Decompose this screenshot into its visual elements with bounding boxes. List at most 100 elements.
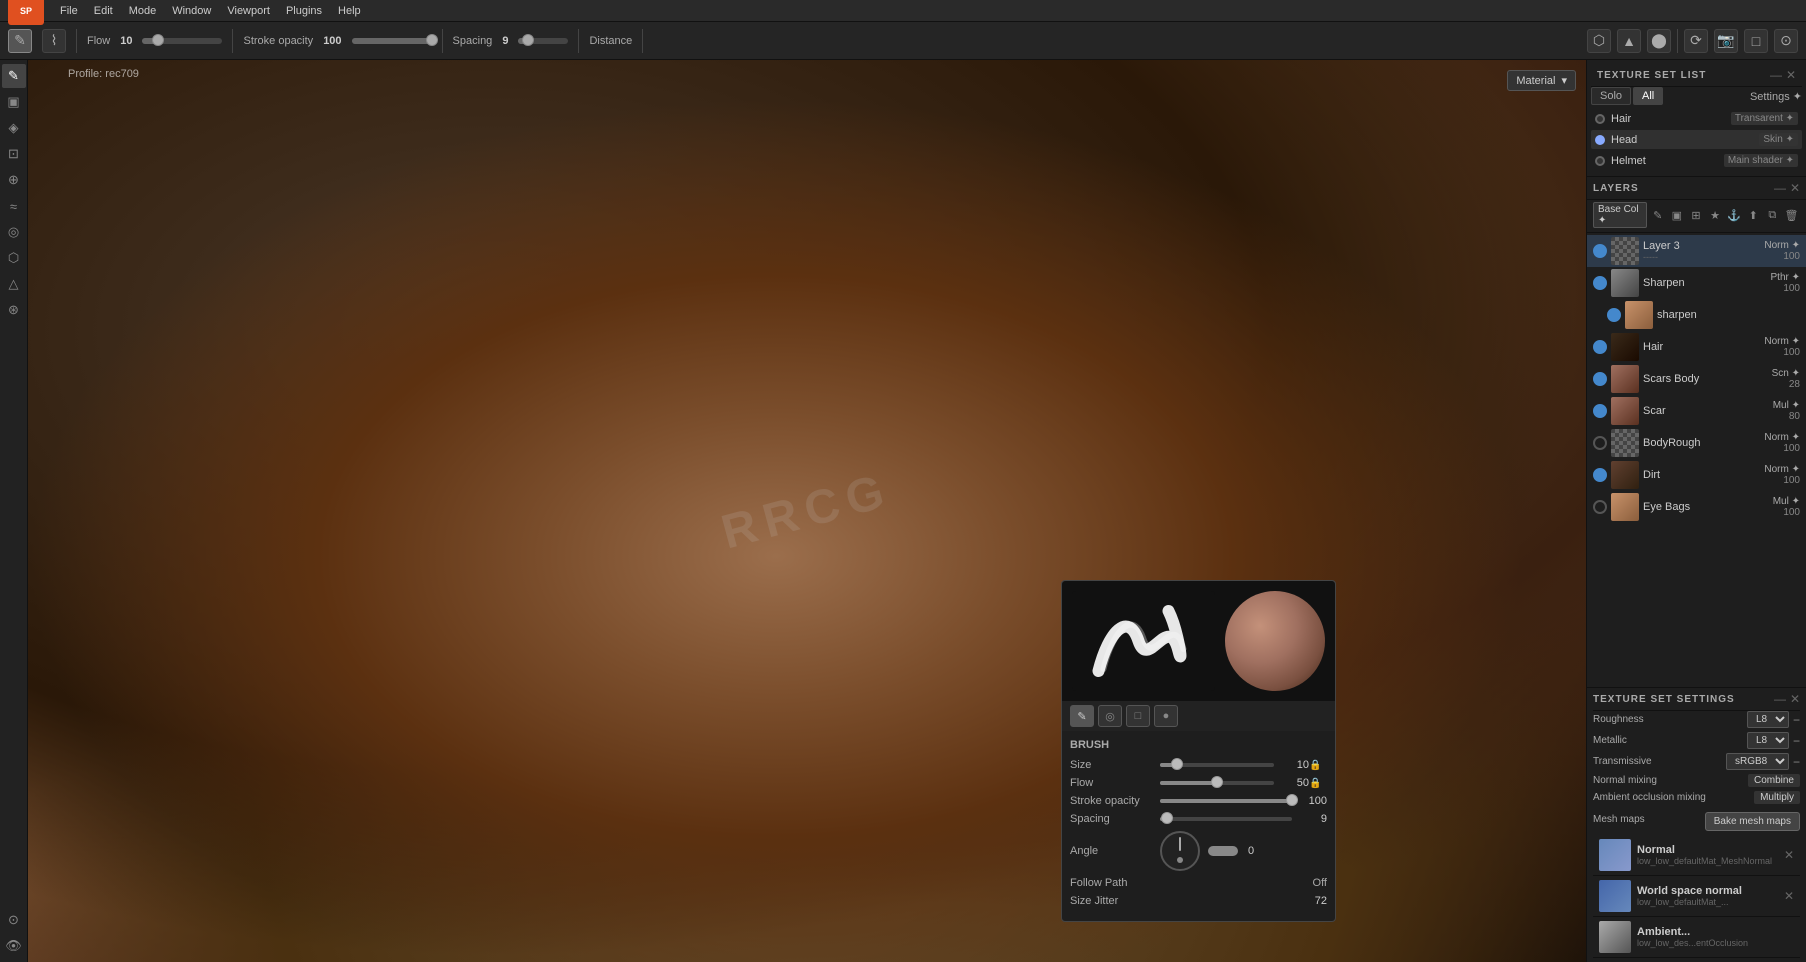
- layer-item[interactable]: BodyRough Norm ✦ 100: [1587, 427, 1806, 459]
- tool-clone[interactable]: ⊕: [2, 168, 26, 192]
- spacing-slider[interactable]: [1160, 817, 1292, 821]
- layer-group-btn[interactable]: ⊞: [1687, 205, 1704, 225]
- brush-tab-square[interactable]: □: [1126, 705, 1150, 727]
- tsl-minimize-btn[interactable]: —: [1770, 68, 1782, 82]
- layer-visibility-toggle[interactable]: [1593, 276, 1607, 290]
- roughness-select[interactable]: L8: [1747, 711, 1789, 728]
- menu-mode[interactable]: Mode: [129, 5, 157, 17]
- layer-opacity[interactable]: 100: [1764, 251, 1800, 262]
- material-dropdown[interactable]: Material ▾: [1507, 70, 1576, 91]
- layer-visibility-toggle[interactable]: [1593, 436, 1607, 450]
- tool-fill[interactable]: ▣: [2, 90, 26, 114]
- layer-blend[interactable]: Scn ✦: [1772, 368, 1800, 379]
- layer-item[interactable]: Eye Bags Mul ✦ 100: [1587, 491, 1806, 523]
- layer-copy-btn[interactable]: ⧉: [1764, 205, 1781, 225]
- metallic-minus-btn[interactable]: −: [1793, 734, 1800, 748]
- icon-btn-3[interactable]: ⬤: [1647, 29, 1671, 53]
- layer-visibility-toggle[interactable]: [1593, 404, 1607, 418]
- metallic-select[interactable]: L8: [1747, 732, 1789, 749]
- tool-smart[interactable]: ◈: [2, 116, 26, 140]
- tool-viewer[interactable]: 👁: [2, 934, 26, 958]
- layer-blend[interactable]: Norm ✦: [1764, 336, 1800, 347]
- flow-slider[interactable]: [1160, 781, 1274, 785]
- icon-btn-2[interactable]: ▲: [1617, 29, 1641, 53]
- brush-tab-erase[interactable]: ◎: [1098, 705, 1122, 727]
- layer-blend[interactable]: Pthr ✦: [1771, 272, 1801, 283]
- normal-mixing-value[interactable]: Combine: [1748, 774, 1800, 787]
- angle-dial[interactable]: [1160, 831, 1200, 871]
- ao-mixing-value[interactable]: Multiply: [1754, 791, 1800, 804]
- tss-minimize-btn[interactable]: —: [1774, 692, 1786, 706]
- screen-btn[interactable]: □: [1744, 29, 1768, 53]
- layer-item[interactable]: Hair Norm ✦ 100: [1587, 331, 1806, 363]
- layer-blend[interactable]: Norm ✦: [1764, 464, 1800, 475]
- layer-opacity[interactable]: 100: [1771, 283, 1801, 294]
- size-slider[interactable]: [1160, 763, 1274, 767]
- brush-tab-circle[interactable]: ●: [1154, 705, 1178, 727]
- layer-item[interactable]: Layer 3 ----- Norm ✦ 100: [1587, 235, 1806, 267]
- layer-opacity[interactable]: 28: [1772, 379, 1800, 390]
- viewport[interactable]: RRCG Profile: rec709 Material ▾: [28, 60, 1586, 962]
- menu-window[interactable]: Window: [172, 5, 211, 17]
- layer-opacity[interactable]: 100: [1764, 475, 1800, 486]
- menu-file[interactable]: File: [60, 5, 78, 17]
- layer-import-btn[interactable]: ⬆: [1745, 205, 1762, 225]
- layer-add-paint-btn[interactable]: ✎: [1649, 205, 1666, 225]
- tool-select[interactable]: ⬡: [2, 246, 26, 270]
- tool-projection[interactable]: ⊡: [2, 142, 26, 166]
- layer-effect-btn[interactable]: ★: [1707, 205, 1724, 225]
- tool-picker[interactable]: ⊙: [2, 908, 26, 932]
- ws-normal-map-close-btn[interactable]: ✕: [1784, 889, 1794, 903]
- brush-tool-btn[interactable]: ✎: [8, 29, 32, 53]
- layer-visibility-toggle[interactable]: [1593, 500, 1607, 514]
- render-btn[interactable]: ⟳: [1684, 29, 1708, 53]
- layer-opacity[interactable]: 100: [1773, 507, 1800, 518]
- layer-item[interactable]: Sharpen Pthr ✦ 100: [1587, 267, 1806, 299]
- roughness-minus-btn[interactable]: −: [1793, 713, 1800, 727]
- tool-texcoord[interactable]: ⊛: [2, 298, 26, 322]
- size-lock-icon[interactable]: 🔒: [1309, 760, 1327, 771]
- layer-blend[interactable]: Norm ✦: [1764, 240, 1800, 251]
- layer-delete-btn[interactable]: 🗑: [1783, 205, 1800, 225]
- texture-set-hair[interactable]: Hair Transarent ✦: [1591, 109, 1802, 128]
- layer-add-fill-btn[interactable]: ▣: [1668, 205, 1685, 225]
- transmissive-minus-btn[interactable]: −: [1793, 755, 1800, 769]
- layers-close-btn[interactable]: ✕: [1790, 181, 1800, 195]
- texture-set-helmet[interactable]: Helmet Main shader ✦: [1591, 151, 1802, 170]
- menu-viewport[interactable]: Viewport: [227, 5, 270, 17]
- menu-edit[interactable]: Edit: [94, 5, 113, 17]
- layer-filter[interactable]: Base Col ✦: [1593, 202, 1647, 228]
- stroke-opacity-slider[interactable]: [1160, 799, 1292, 803]
- layer-item[interactable]: Dirt Norm ✦ 100: [1587, 459, 1806, 491]
- tsl-close-btn[interactable]: ✕: [1786, 68, 1796, 82]
- tool-geometry[interactable]: △: [2, 272, 26, 296]
- layer-blend[interactable]: Norm ✦: [1764, 432, 1800, 443]
- layers-minimize-btn[interactable]: —: [1774, 181, 1786, 195]
- tool-erase[interactable]: ◎: [2, 220, 26, 244]
- layer-opacity[interactable]: 80: [1773, 411, 1800, 422]
- layer-blend[interactable]: Mul ✦: [1773, 496, 1800, 507]
- layer-item[interactable]: sharpen: [1587, 299, 1806, 331]
- layer-opacity[interactable]: 100: [1764, 347, 1800, 358]
- layer-item[interactable]: Scars Body Scn ✦ 28: [1587, 363, 1806, 395]
- flow-lock-icon[interactable]: 🔒: [1309, 778, 1327, 789]
- flow-slider[interactable]: [142, 38, 222, 44]
- menu-help[interactable]: Help: [338, 5, 361, 17]
- tsl-settings-btn[interactable]: Settings ✦: [1750, 90, 1802, 103]
- photo-btn[interactable]: ⊙: [1774, 29, 1798, 53]
- menu-plugins[interactable]: Plugins: [286, 5, 322, 17]
- head-radio[interactable]: [1595, 135, 1605, 145]
- tab-all[interactable]: All: [1633, 87, 1663, 105]
- layer-anchor-btn[interactable]: ⚓: [1726, 205, 1743, 225]
- normal-map-close-btn[interactable]: ✕: [1784, 848, 1794, 862]
- tss-close-btn[interactable]: ✕: [1790, 692, 1800, 706]
- layer-visibility-toggle[interactable]: [1593, 244, 1607, 258]
- tab-solo[interactable]: Solo: [1591, 87, 1631, 105]
- layer-visibility-toggle[interactable]: [1593, 340, 1607, 354]
- smudge-tool-btn[interactable]: ⌇: [42, 29, 66, 53]
- spacing-slider[interactable]: [518, 38, 568, 44]
- bake-mesh-maps-btn[interactable]: Bake mesh maps: [1705, 812, 1800, 831]
- tool-smear[interactable]: ≈: [2, 194, 26, 218]
- helmet-radio[interactable]: [1595, 156, 1605, 166]
- layer-item[interactable]: Scar Mul ✦ 80: [1587, 395, 1806, 427]
